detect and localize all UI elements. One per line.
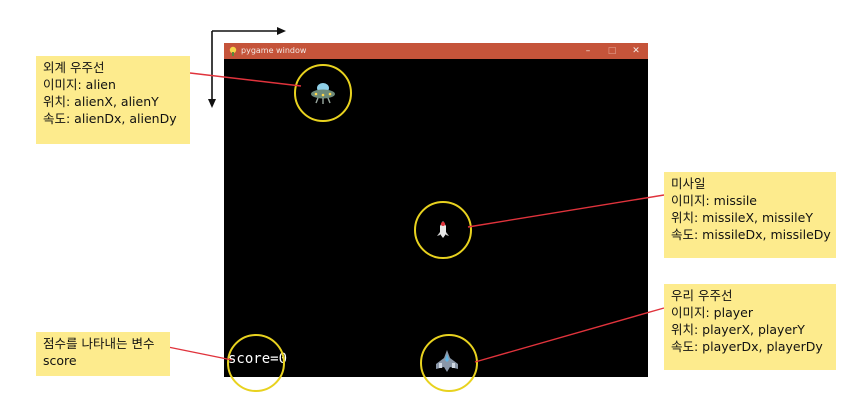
missile-callout-image: 이미지: missile (671, 193, 757, 208)
missile-callout-title: 미사일 (671, 176, 706, 191)
player-callout-image: 이미지: player (671, 305, 753, 320)
missile-callout-position: 위치: missileX, missileY (671, 210, 813, 225)
alien-callout-speed: 속도: alienDx, alienDy (43, 111, 177, 126)
player-callout-speed: 속도: playerDx, playerDy (671, 339, 823, 354)
alien-callout-position: 위치: alienX, alienY (43, 94, 159, 109)
coordinate-axes-icon (208, 27, 286, 108)
alien-callout-image: 이미지: alien (43, 77, 116, 92)
missile-leader-line (467, 194, 665, 228)
alien-leader-line (189, 72, 302, 87)
player-callout-title: 우리 우주선 (671, 288, 733, 303)
player-callout: 우리 우주선 이미지: player 위치: playerX, playerY … (664, 284, 836, 370)
missile-callout: 미사일 이미지: missile 위치: missileX, missileY … (664, 172, 836, 258)
player-callout-position: 위치: playerX, playerY (671, 322, 805, 337)
missile-highlight-circle (414, 201, 472, 259)
score-callout-name: score (43, 353, 77, 368)
missile-callout-speed: 속도: missileDx, missileDy (671, 227, 831, 242)
alien-callout: 외계 우주선 이미지: alien 위치: alienX, alienY 속도:… (36, 56, 190, 144)
score-highlight-circle (227, 334, 285, 392)
score-callout: 점수를 나타내는 변수 score (36, 332, 170, 376)
score-callout-title: 점수를 나타내는 변수 (43, 336, 155, 351)
alien-callout-title: 외계 우주선 (43, 60, 105, 75)
player-leader-line (474, 307, 665, 363)
alien-highlight-circle (294, 64, 352, 122)
player-highlight-circle (420, 334, 478, 392)
score-leader-line (167, 346, 233, 361)
